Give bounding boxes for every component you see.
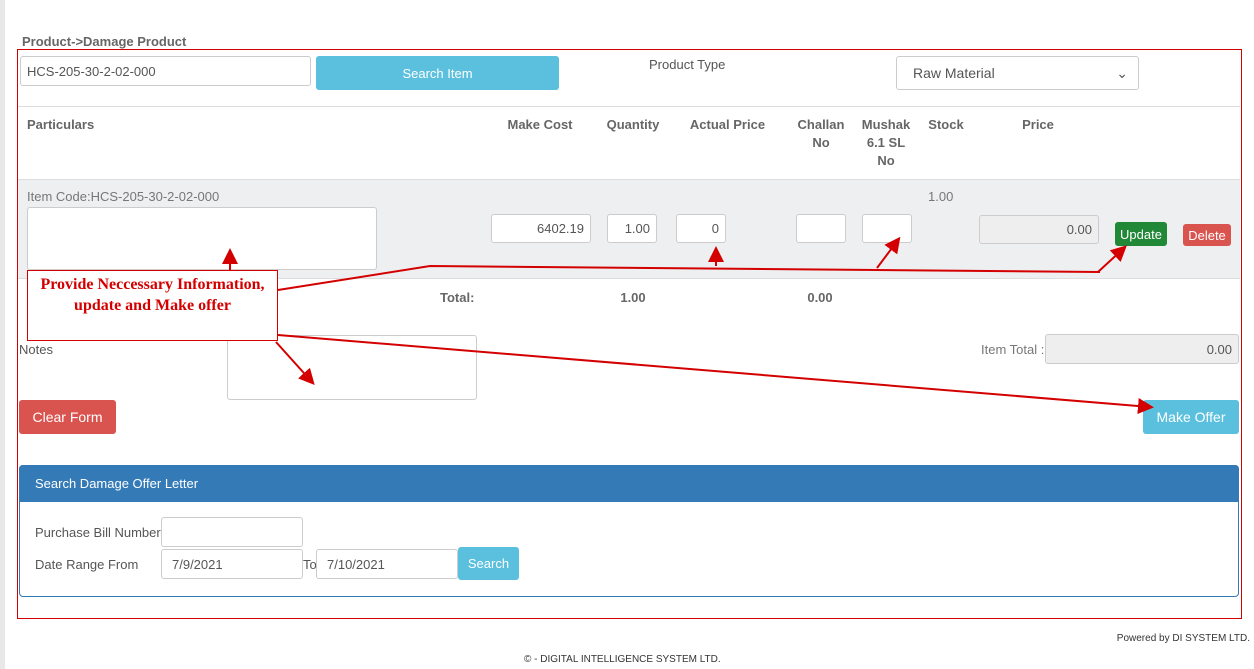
arrow-mushak	[876, 236, 901, 269]
arrow-make-offer	[277, 334, 1154, 414]
arrow-update	[1097, 245, 1127, 273]
copyright: © - DIGITAL INTELLIGENCE SYSTEM LTD.	[524, 654, 721, 665]
arrow-notes	[275, 341, 315, 385]
arrow-line-main	[277, 264, 1101, 291]
powered-by: Powered by DI SYSTEM LTD.	[1116, 633, 1250, 644]
annotation-callout: Provide Neccessary Information, update a…	[27, 270, 278, 341]
